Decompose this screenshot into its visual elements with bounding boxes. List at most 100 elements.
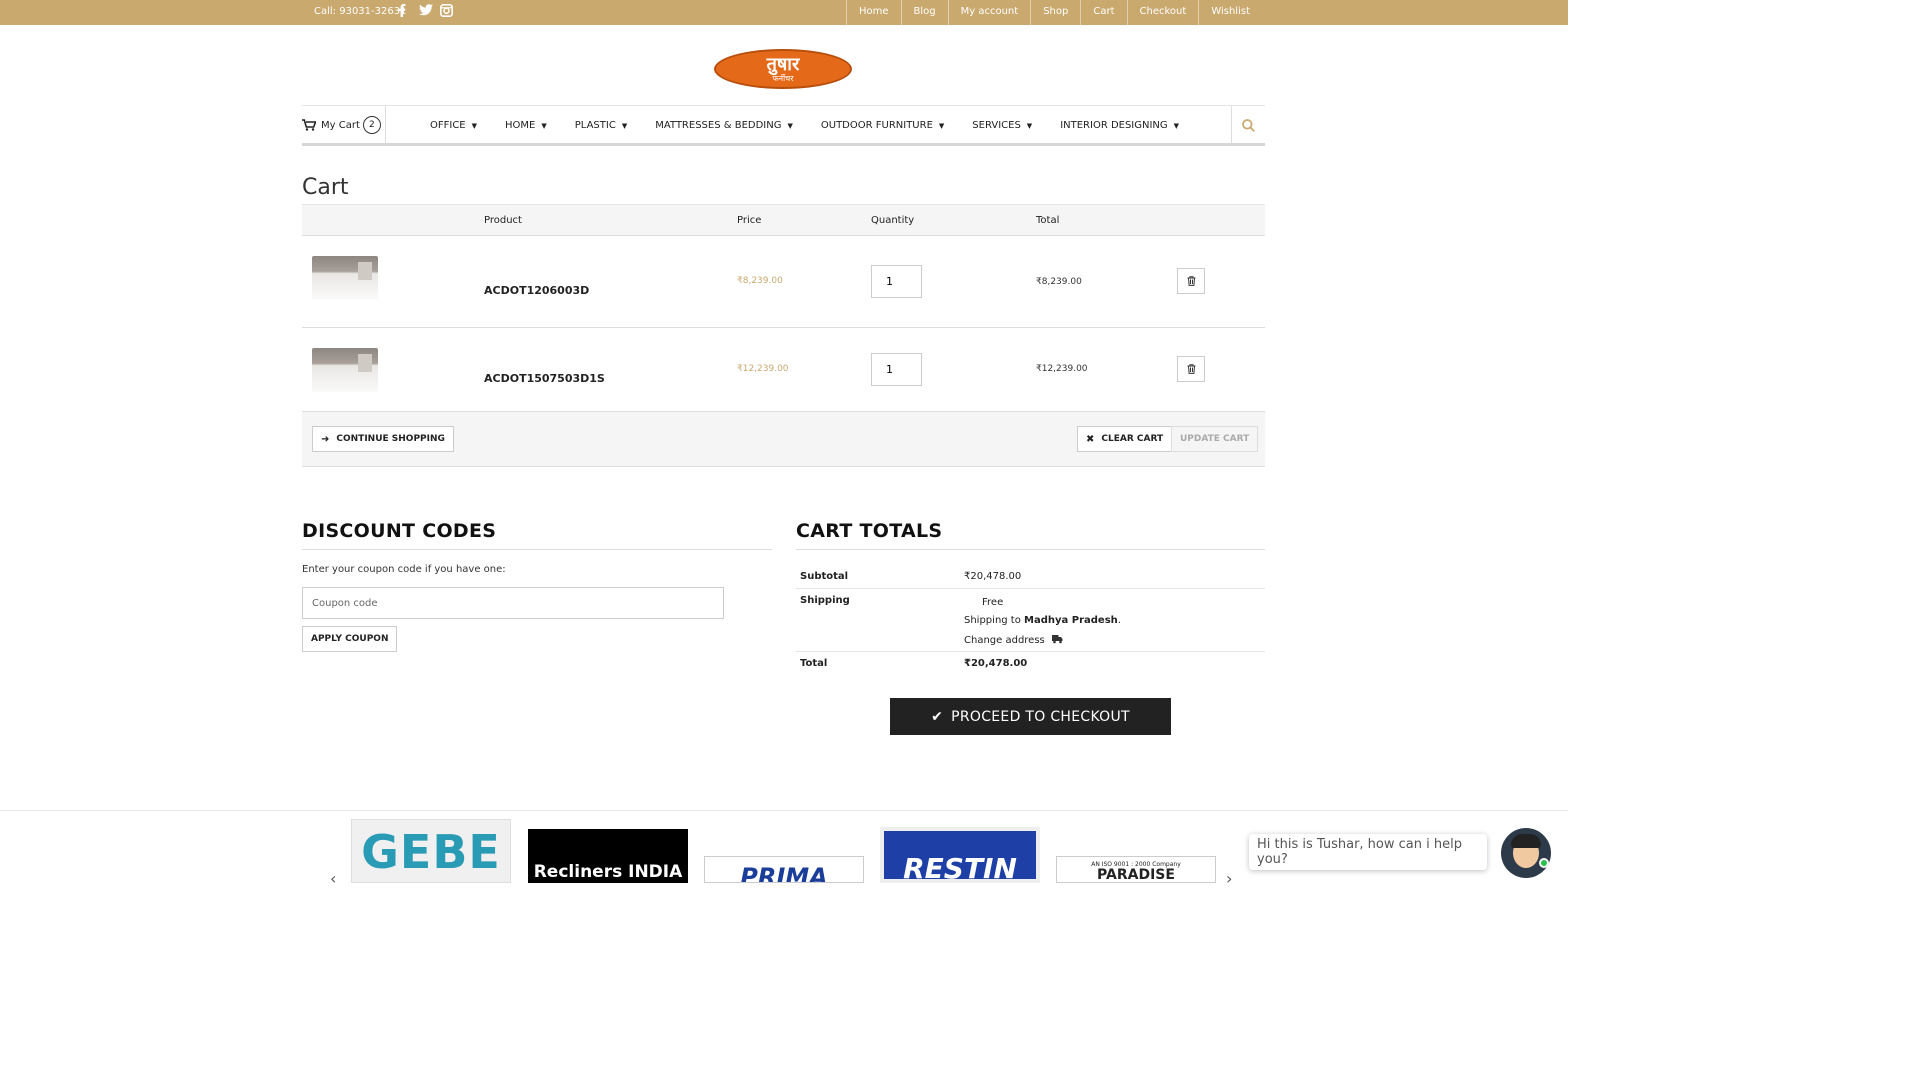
trash-icon — [1187, 364, 1195, 374]
logo-text-sub: फर्नीचर — [772, 73, 794, 83]
line-total: ₹8,239.00 — [1036, 277, 1082, 287]
coupon-code-input[interactable] — [302, 587, 724, 619]
top-link-blog[interactable]: Blog — [900, 0, 948, 25]
nav-item-mattresses-bedding[interactable]: MATTRESSES & BEDDING ▼ — [655, 120, 793, 131]
truck-icon — [1051, 635, 1063, 644]
search-button[interactable] — [1231, 106, 1265, 144]
table-row: ACDOT1206003D ₹8,239.00 ₹8,239.00 — [302, 236, 1265, 328]
product-price: ₹12,239.00 — [737, 364, 789, 374]
chevron-right-icon[interactable]: › — [1226, 869, 1232, 888]
main-nav: My Cart 2 OFFICE ▼ HOME ▼ PLASTIC ▼ MATTRES… — [302, 105, 1265, 146]
top-link-checkout[interactable]: Checkout — [1126, 0, 1199, 25]
product-name[interactable]: ACDOT1206003D — [484, 284, 589, 297]
top-link-my-account[interactable]: My account — [947, 0, 1031, 25]
shipping-to-prefix: Shipping to — [964, 615, 1021, 626]
cart-table: Product Price Quantity Total ACDOT120600… — [302, 204, 1265, 412]
continue-shopping-label: CONTINUE SHOPPING — [336, 434, 445, 444]
check-icon: ✔ — [931, 708, 944, 725]
chat-bubble[interactable]: Hi this is Tushar, how can i help you? — [1249, 834, 1487, 870]
proceed-to-checkout-button[interactable]: ✔ PROCEED TO CHECKOUT — [890, 698, 1171, 735]
caret-down-icon: ▼ — [1173, 121, 1180, 130]
trash-icon — [1187, 276, 1195, 286]
nav-item-services[interactable]: SERVICES ▼ — [972, 120, 1032, 131]
nav-item-office[interactable]: OFFICE ▼ — [430, 120, 477, 131]
apply-coupon-button[interactable]: APPLY COUPON — [302, 626, 398, 652]
cart-count-badge: 2 — [362, 116, 381, 134]
update-cart-button[interactable]: UPDATE CART — [1171, 426, 1259, 452]
brand-logo-recliners-india[interactable]: Recliners INDIA — [528, 829, 688, 883]
clear-cart-button[interactable]: ✖ CLEAR CART — [1077, 426, 1173, 452]
top-link-cart[interactable]: Cart — [1080, 0, 1126, 25]
quantity-input[interactable] — [871, 265, 922, 298]
nav-item-plastic[interactable]: PLASTIC ▼ — [575, 120, 627, 131]
search-icon — [1242, 118, 1255, 132]
brand-name: PARADISE — [1097, 867, 1175, 883]
caret-down-icon: ▼ — [938, 121, 945, 130]
column-header-total: Total — [1036, 215, 1060, 226]
shipping-region: Madhya Pradesh — [1024, 615, 1118, 626]
chevron-left-icon[interactable]: ‹ — [330, 869, 336, 888]
caret-down-icon: ▼ — [1026, 121, 1033, 130]
change-address-link[interactable]: Change address — [964, 634, 1063, 646]
nav-item-label: HOME — [505, 119, 536, 131]
brand-logo-restin[interactable]: RESTIN — [880, 827, 1040, 883]
shipping-row: Shipping Free Shipping to Madhya Pradesh… — [796, 589, 1265, 652]
product-price: ₹8,239.00 — [737, 276, 783, 286]
cart-actions: ➜ CONTINUE SHOPPING ✖ CLEAR CART UPDATE … — [302, 412, 1265, 467]
online-status-dot — [1539, 858, 1549, 868]
continue-shopping-button[interactable]: ➜ CONTINUE SHOPPING — [312, 426, 454, 452]
subtotal-label: Subtotal — [800, 571, 849, 582]
caret-down-icon: ▼ — [621, 121, 628, 130]
site-logo[interactable]: तुषार फर्नीचर — [714, 49, 852, 89]
product-name[interactable]: ACDOT1507503D1S — [484, 372, 605, 385]
shipping-to-suffix: . — [1117, 615, 1121, 626]
phone-number: Call: 93031-32631 — [314, 6, 407, 17]
shipping-label: Shipping — [800, 595, 850, 606]
cart-totals-title: CART TOTALS — [796, 520, 943, 542]
nav-item-label: MATTRESSES & BEDDING — [655, 119, 782, 131]
remove-item-button[interactable] — [1177, 268, 1205, 294]
divider — [302, 549, 772, 550]
nav-item-label: INTERIOR DESIGNING — [1060, 119, 1168, 131]
column-header-price: Price — [737, 215, 762, 226]
facebook-icon[interactable] — [398, 4, 411, 17]
top-bar: Call: 93031-32631 Home Blog My account S… — [0, 0, 1568, 25]
top-link-shop[interactable]: Shop — [1030, 0, 1080, 25]
nav-item-label: PLASTIC — [574, 119, 616, 131]
brand-name: RESTIN — [903, 852, 1017, 883]
total-row: Total ₹20,478.00 — [796, 652, 1265, 676]
quantity-input[interactable] — [871, 353, 922, 386]
brand-name: Recliners INDIA — [533, 862, 683, 882]
nav-item-outdoor-furniture[interactable]: OUTDOOR FURNITURE ▼ — [821, 120, 944, 131]
arrow-right-icon: ➜ — [321, 433, 330, 445]
caret-down-icon: ▼ — [541, 121, 547, 130]
shipping-destination: Shipping to Madhya Pradesh. — [964, 615, 1121, 626]
nav-menu: OFFICE ▼ HOME ▼ PLASTIC ▼ MATTRESSES & BEDD… — [430, 106, 1207, 144]
subtotal-value: ₹20,478.00 — [964, 571, 1022, 582]
apply-coupon-label: APPLY COUPON — [311, 634, 389, 644]
coupon-label: Enter your coupon code if you have one: — [302, 564, 506, 575]
twitter-icon[interactable] — [419, 4, 433, 17]
table-row: ACDOT1507503D1S ₹12,239.00 ₹12,239.00 — [302, 328, 1265, 412]
nav-item-home[interactable]: HOME ▼ — [505, 120, 547, 131]
top-link-wishlist[interactable]: Wishlist — [1198, 0, 1262, 25]
brand-logo-gebe[interactable]: GEBE — [351, 819, 511, 883]
nav-item-label: SERVICES — [972, 119, 1021, 131]
column-header-product: Product — [484, 215, 522, 226]
instagram-icon[interactable] — [440, 4, 453, 17]
discount-codes-title: DISCOUNT CODES — [302, 520, 497, 542]
top-link-home[interactable]: Home — [845, 0, 901, 25]
remove-item-button[interactable] — [1177, 356, 1205, 382]
my-cart-button[interactable]: My Cart 2 — [302, 106, 386, 144]
brand-logo-prima[interactable]: PRIMA — [704, 856, 864, 883]
nav-item-label: OUTDOOR FURNITURE — [820, 119, 933, 131]
page-title: Cart — [302, 175, 349, 200]
nav-item-interior-designing[interactable]: INTERIOR DESIGNING ▼ — [1060, 120, 1179, 131]
update-cart-label: UPDATE CART — [1180, 434, 1250, 444]
product-thumbnail[interactable] — [312, 256, 378, 300]
brand-logo-paradise[interactable]: AN ISO 9001 : 2000 Company PARADISE — [1056, 856, 1216, 883]
close-icon: ✖ — [1086, 433, 1095, 445]
product-thumbnail[interactable] — [312, 348, 378, 392]
column-header-quantity: Quantity — [871, 215, 915, 226]
chat-avatar[interactable] — [1501, 828, 1551, 878]
